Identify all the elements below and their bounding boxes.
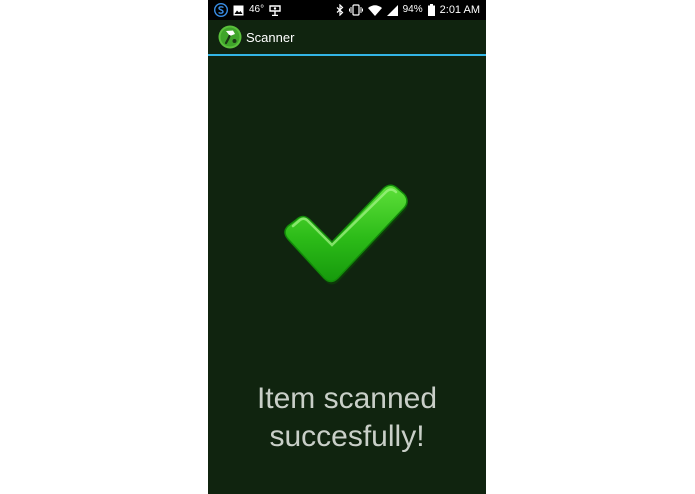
notification-icon [269,4,281,16]
wifi-icon [367,4,382,16]
app-title: Scanner [246,30,295,45]
s-app-icon [214,3,228,17]
battery-icon [427,4,435,16]
vibrate-icon [348,4,363,16]
image-icon [233,5,244,16]
scan-success-message: Item scanned succesfully! [256,382,438,453]
signal-icon [386,4,398,16]
bluetooth-icon [336,4,344,16]
status-bar: 46° 94% 2:01 AM [208,0,486,20]
action-bar: Scanner [208,20,486,56]
battery-percent: 94% [402,4,423,15]
clock: 2:01 AM [439,4,480,16]
temperature-label: 46° [249,4,265,15]
scanner-app-icon[interactable] [218,25,242,49]
checkmark-icon [278,182,414,288]
phone-screen: 46° 94% 2:01 AM Scanner Item scanned suc… [208,0,486,494]
status-bar-left: 46° [214,0,281,20]
status-bar-right: 94% 2:01 AM [336,0,480,20]
